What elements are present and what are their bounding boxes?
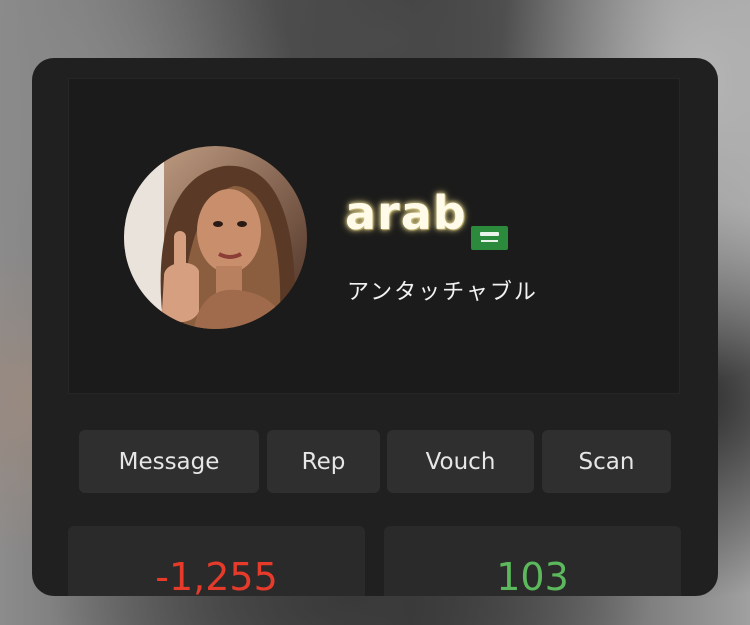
profile-banner: arab アンタッチャブル xyxy=(68,78,680,394)
message-button[interactable]: Message xyxy=(79,430,259,493)
profile-subtitle: アンタッチャブル xyxy=(347,280,538,305)
positive-stat-value: 103 xyxy=(496,555,569,596)
positive-stat-box: 103 xyxy=(384,526,681,596)
avatar[interactable] xyxy=(124,146,307,329)
negative-stat-value: -1,255 xyxy=(155,555,278,596)
vouch-button[interactable]: Vouch xyxy=(387,430,534,493)
rep-button[interactable]: Rep xyxy=(267,430,380,493)
negative-stat-box: -1,255 xyxy=(68,526,365,596)
profile-card: arab アンタッチャブル Message Rep Vouch Scan -1,… xyxy=(32,58,718,596)
saudi-arabia-flag-icon xyxy=(471,226,508,250)
username: arab xyxy=(345,186,467,240)
scan-button[interactable]: Scan xyxy=(542,430,671,493)
